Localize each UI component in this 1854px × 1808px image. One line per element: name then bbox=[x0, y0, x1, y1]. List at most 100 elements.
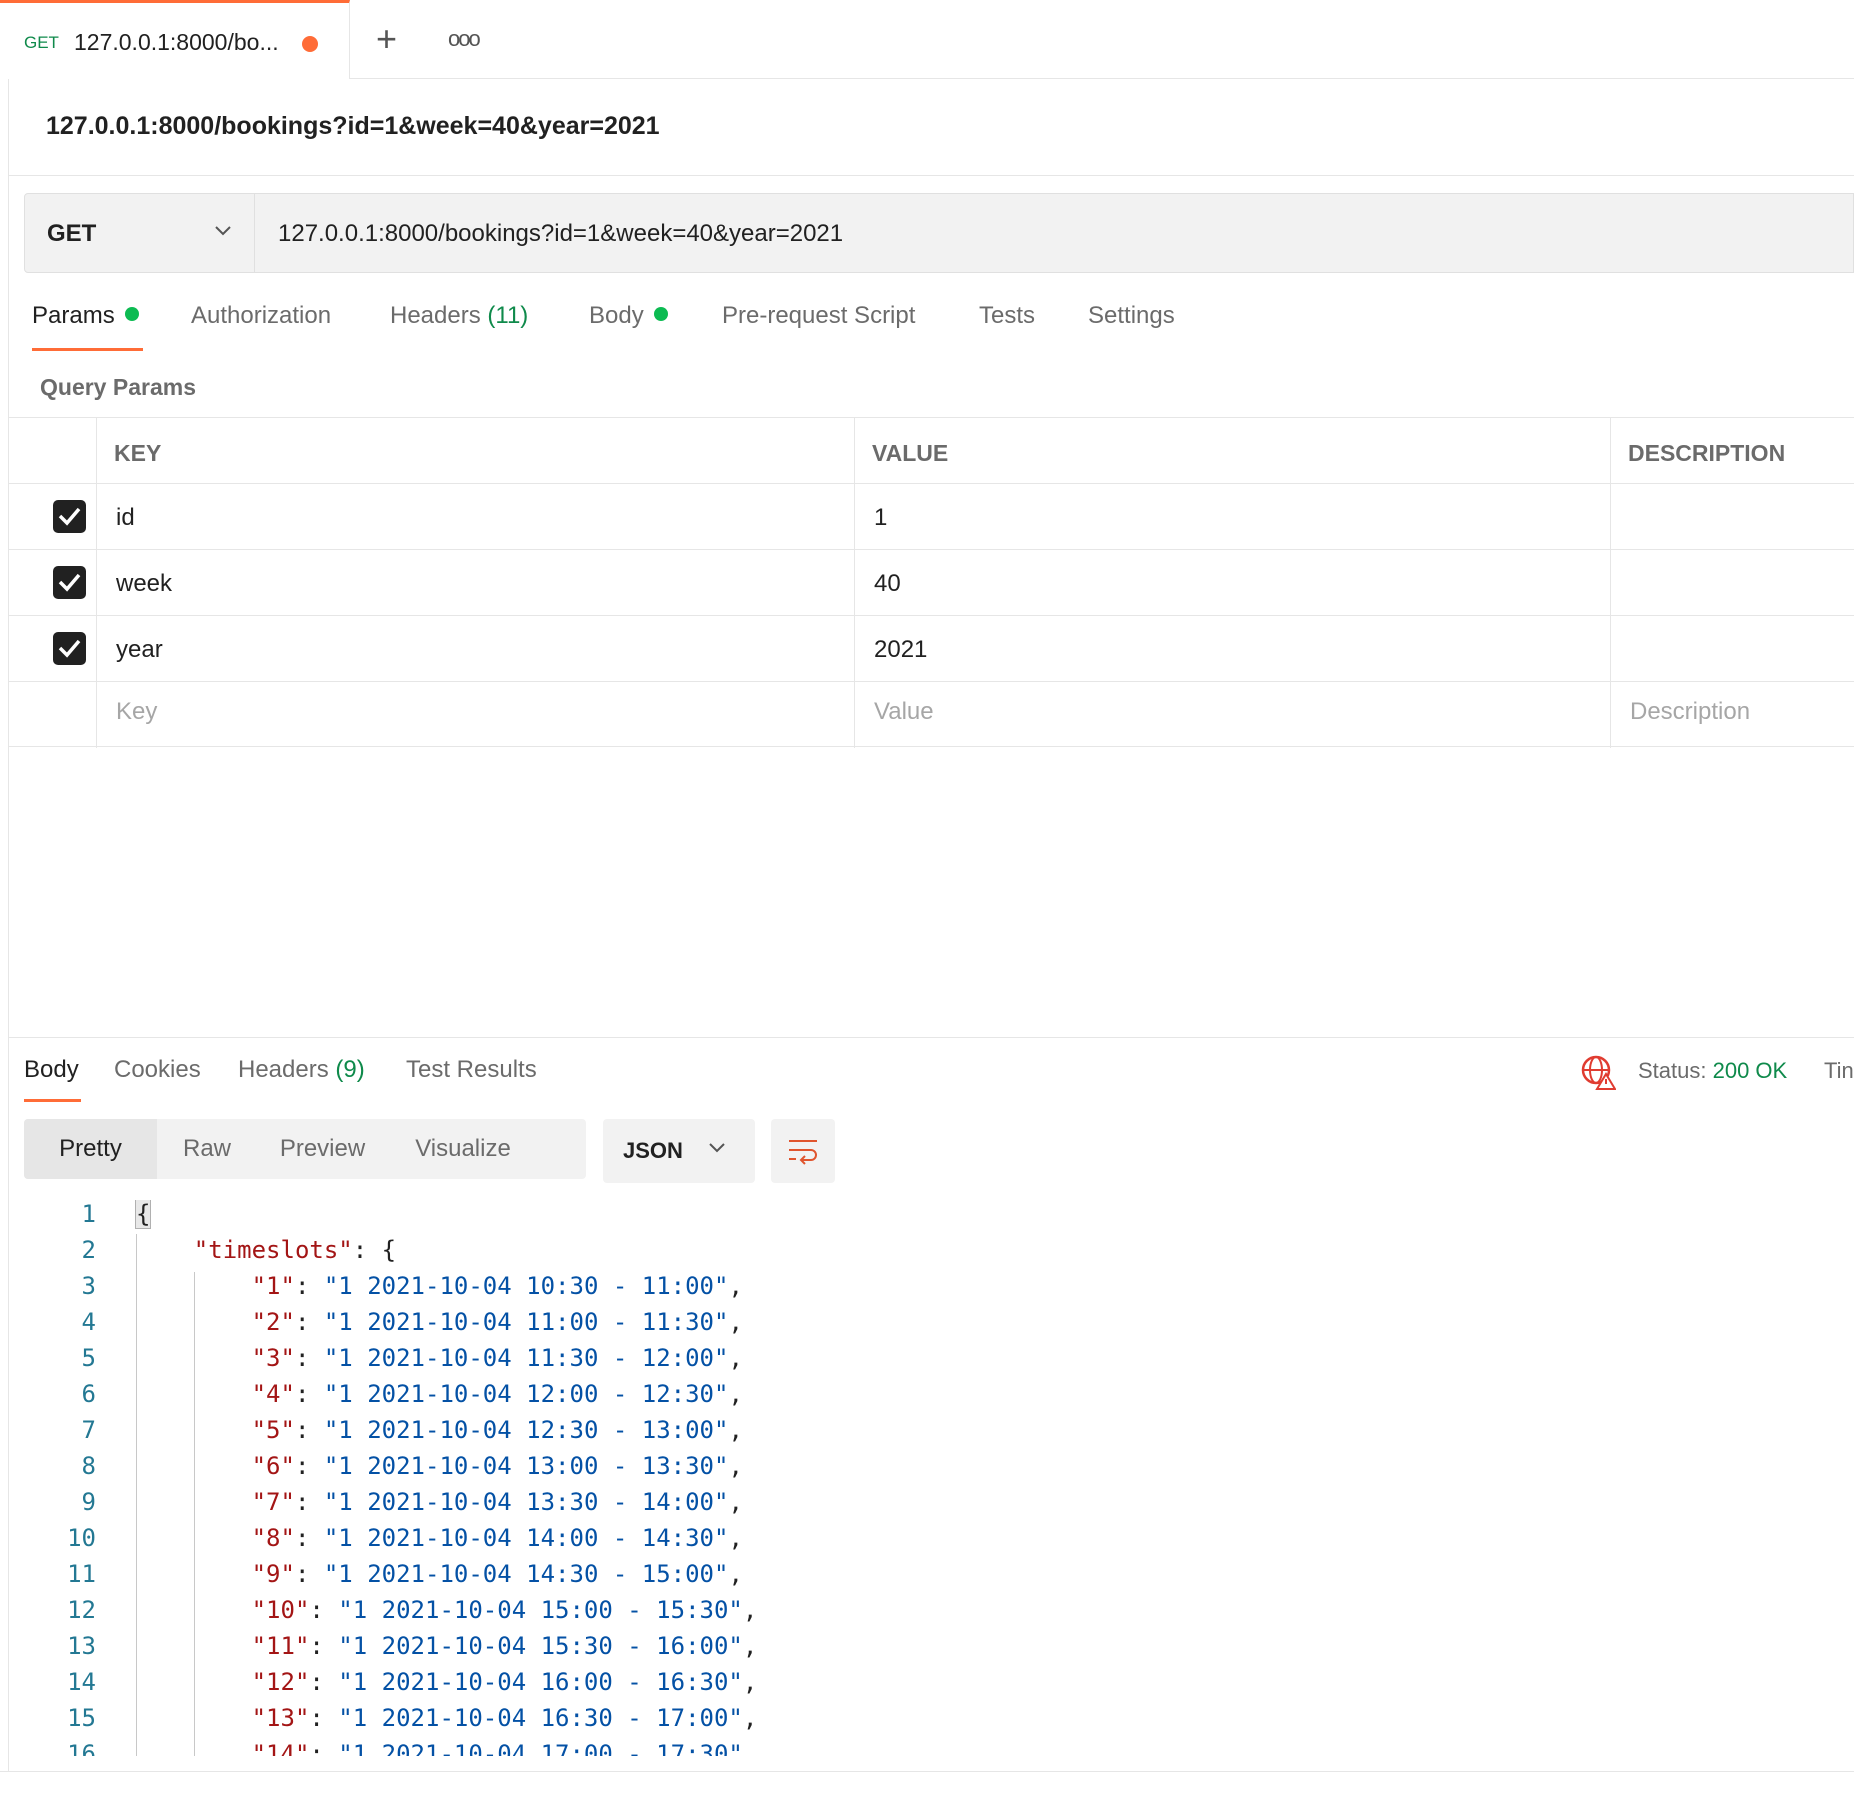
json-string: "1 2021-10-04 12:00 - 12:30" bbox=[323, 1380, 729, 1408]
json-key: "14" bbox=[251, 1740, 310, 1756]
divider bbox=[8, 175, 1854, 176]
view-visualize[interactable]: Visualize bbox=[388, 1119, 538, 1179]
tab-authorization[interactable]: Authorization bbox=[191, 302, 331, 330]
code-line: 14 "12": "1 2021-10-04 16:00 - 16:30", bbox=[8, 1668, 1854, 1704]
request-tabs: Params Authorization Headers (11) Body P… bbox=[32, 302, 1832, 352]
column-divider bbox=[96, 417, 97, 748]
response-headers-label: Headers bbox=[238, 1056, 329, 1083]
param-value[interactable]: 2021 bbox=[874, 636, 927, 664]
bottom-divider bbox=[0, 1771, 1854, 1772]
json-string: "1 2021-10-04 16:00 - 16:30" bbox=[338, 1668, 743, 1696]
line-number: 15 bbox=[67, 1704, 96, 1732]
status-value: 200 OK bbox=[1712, 1058, 1788, 1083]
code-text: "timeslots": { bbox=[193, 1236, 397, 1264]
code-text: "13": "1 2021-10-04 16:30 - 17:00", bbox=[251, 1704, 758, 1732]
response-tab-body[interactable]: Body bbox=[24, 1056, 79, 1084]
tab-prerequest-script[interactable]: Pre-request Script bbox=[722, 302, 915, 330]
method-select[interactable]: GET bbox=[25, 194, 255, 272]
view-mode-selector: Pretty Raw Preview Visualize bbox=[24, 1119, 586, 1179]
line-number: 2 bbox=[81, 1236, 96, 1264]
line-number: 5 bbox=[81, 1344, 96, 1372]
response-divider[interactable] bbox=[8, 1037, 1854, 1038]
json-key: "12" bbox=[251, 1668, 310, 1696]
code-line: 1{ bbox=[8, 1200, 1854, 1236]
code-line: 6 "4": "1 2021-10-04 12:00 - 12:30", bbox=[8, 1380, 1854, 1416]
code-text: "2": "1 2021-10-04 11:00 - 11:30", bbox=[251, 1308, 743, 1336]
code-line: 4 "2": "1 2021-10-04 11:00 - 11:30", bbox=[8, 1308, 1854, 1344]
json-string: "1 2021-10-04 13:30 - 14:00" bbox=[323, 1488, 729, 1516]
format-select[interactable]: JSON bbox=[603, 1119, 755, 1183]
code-text: { bbox=[134, 1200, 152, 1229]
new-description-input[interactable]: Description bbox=[1630, 698, 1750, 726]
code-text: "4": "1 2021-10-04 12:00 - 12:30", bbox=[251, 1380, 743, 1408]
code-text: "1": "1 2021-10-04 10:30 - 11:00", bbox=[251, 1272, 743, 1300]
row-checkbox[interactable] bbox=[53, 566, 86, 599]
view-preview[interactable]: Preview bbox=[257, 1119, 388, 1179]
response-status[interactable]: Status: 200 OK bbox=[1638, 1058, 1787, 1084]
tab-body[interactable]: Body bbox=[589, 302, 668, 330]
response-tab-test-results[interactable]: Test Results bbox=[406, 1056, 537, 1084]
chevron-down-icon bbox=[707, 1135, 727, 1165]
tab-headers-label: Headers bbox=[390, 302, 481, 329]
json-key: "10" bbox=[251, 1596, 310, 1624]
tab-settings[interactable]: Settings bbox=[1088, 302, 1175, 330]
code-text: "3": "1 2021-10-04 11:30 - 12:00", bbox=[251, 1344, 743, 1372]
response-time[interactable]: Tin bbox=[1824, 1058, 1854, 1084]
chevron-down-icon bbox=[213, 218, 233, 248]
code-line: 16 "14": "1 2021-10-04 17:00 - 17:30", bbox=[8, 1740, 1854, 1756]
code-line: 3 "1": "1 2021-10-04 10:30 - 11:00", bbox=[8, 1272, 1854, 1308]
new-key-input[interactable]: Key bbox=[116, 698, 157, 726]
code-line: 10 "8": "1 2021-10-04 14:00 - 14:30", bbox=[8, 1524, 1854, 1560]
request-tab[interactable]: GET 127.0.0.1:8000/bo... bbox=[0, 0, 350, 79]
json-key: "2" bbox=[251, 1308, 295, 1336]
json-string: "1 2021-10-04 11:00 - 11:30" bbox=[323, 1308, 729, 1336]
more-tabs-icon[interactable]: ooo bbox=[448, 26, 481, 52]
param-value[interactable]: 40 bbox=[874, 570, 901, 598]
response-headers-count: (9) bbox=[335, 1056, 365, 1083]
row-checkbox[interactable] bbox=[53, 632, 86, 665]
response-active-tab-indicator bbox=[24, 1099, 81, 1102]
tab-params[interactable]: Params bbox=[32, 302, 139, 330]
view-pretty[interactable]: Pretty bbox=[24, 1119, 157, 1179]
line-number: 7 bbox=[81, 1416, 96, 1444]
code-line: 2 "timeslots": { bbox=[8, 1236, 1854, 1272]
param-value[interactable]: 1 bbox=[874, 504, 887, 532]
code-text: "11": "1 2021-10-04 15:30 - 16:00", bbox=[251, 1632, 758, 1660]
json-key: "7" bbox=[251, 1488, 295, 1516]
code-text: "9": "1 2021-10-04 14:30 - 15:00", bbox=[251, 1560, 743, 1588]
param-key[interactable]: year bbox=[116, 636, 163, 664]
network-warning-icon[interactable] bbox=[1580, 1054, 1617, 1090]
code-line: 11 "9": "1 2021-10-04 14:30 - 15:00", bbox=[8, 1560, 1854, 1596]
code-text: "5": "1 2021-10-04 12:30 - 13:00", bbox=[251, 1416, 743, 1444]
response-body-editor[interactable]: 1{2 "timeslots": {3 "1": "1 2021-10-04 1… bbox=[8, 1200, 1854, 1756]
tab-params-label: Params bbox=[32, 302, 115, 329]
json-key: "timeslots" bbox=[193, 1236, 353, 1264]
param-key[interactable]: week bbox=[116, 570, 172, 598]
line-number: 13 bbox=[67, 1632, 96, 1660]
indent-guide bbox=[194, 1272, 195, 1756]
view-raw[interactable]: Raw bbox=[157, 1119, 257, 1179]
json-key: "11" bbox=[251, 1632, 310, 1660]
response-tab-headers[interactable]: Headers (9) bbox=[238, 1056, 365, 1084]
tab-headers[interactable]: Headers (11) bbox=[390, 302, 528, 330]
response-tab-cookies[interactable]: Cookies bbox=[114, 1056, 201, 1084]
new-value-input[interactable]: Value bbox=[874, 698, 934, 726]
tab-bar: GET 127.0.0.1:8000/bo... + ooo bbox=[0, 0, 1854, 79]
url-input[interactable]: 127.0.0.1:8000/bookings?id=1&week=40&yea… bbox=[278, 220, 843, 248]
line-number: 16 bbox=[67, 1740, 96, 1756]
params-active-dot-icon bbox=[124, 307, 139, 321]
column-header-description: DESCRIPTION bbox=[1628, 440, 1786, 466]
row-checkbox[interactable] bbox=[53, 500, 86, 533]
json-key: "3" bbox=[251, 1344, 295, 1372]
column-divider bbox=[854, 417, 855, 748]
code-line: 9 "7": "1 2021-10-04 13:30 - 14:00", bbox=[8, 1488, 1854, 1524]
tab-tests[interactable]: Tests bbox=[979, 302, 1035, 330]
line-number: 3 bbox=[81, 1272, 96, 1300]
param-key[interactable]: id bbox=[116, 504, 135, 532]
table-row: year 2021 bbox=[8, 615, 1854, 681]
wrap-lines-button[interactable] bbox=[771, 1119, 835, 1183]
request-name[interactable]: 127.0.0.1:8000/bookings?id=1&week=40&yea… bbox=[46, 112, 660, 141]
code-line: 5 "3": "1 2021-10-04 11:30 - 12:00", bbox=[8, 1344, 1854, 1380]
new-tab-plus-icon[interactable]: + bbox=[376, 18, 397, 60]
json-string: "1 2021-10-04 15:00 - 15:30" bbox=[338, 1596, 743, 1624]
